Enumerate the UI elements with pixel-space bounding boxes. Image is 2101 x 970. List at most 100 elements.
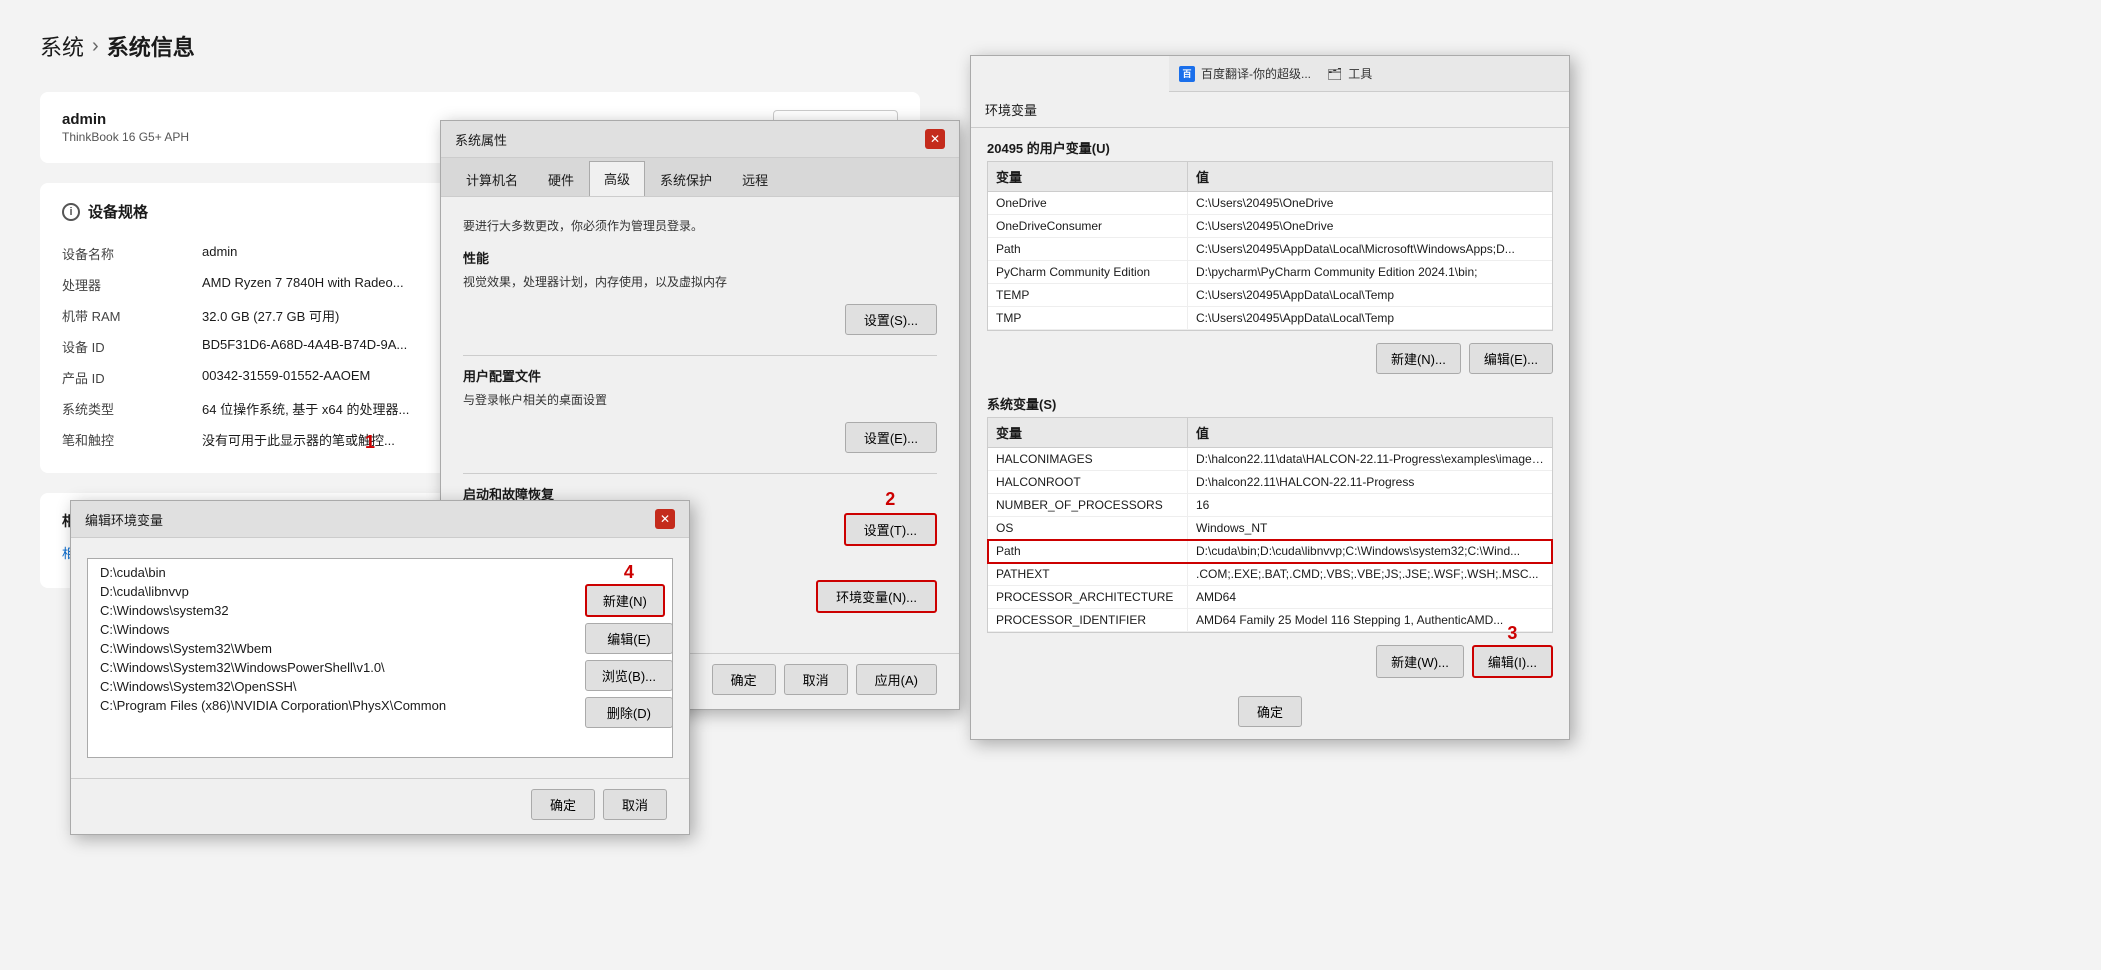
tab-system-protection[interactable]: 系统保护 (645, 162, 727, 196)
new-path-button[interactable]: 新建(N) (585, 584, 665, 617)
edit-env-cancel-button[interactable]: 取消 (603, 789, 667, 820)
list-item[interactable]: C:\Windows\System32\Wbem (96, 639, 664, 658)
tab-remote[interactable]: 远程 (727, 162, 783, 196)
list-item[interactable]: C:\Windows\System32\OpenSSH\ (96, 677, 664, 696)
col-header-var-sys: 变量 (988, 418, 1188, 447)
edit-env-dialog: 编辑环境变量 ✕ D:\cuda\bin D:\cuda\libnvvp C:\… (70, 500, 690, 835)
col-header-val-sys: 值 (1188, 418, 1552, 447)
tab-hardware[interactable]: 硬件 (533, 162, 589, 196)
env-dialog-body: 环境变量 20495 的用户变量(U) 变量 值 OneDrive C:\Use… (971, 92, 1569, 739)
table-row[interactable]: TMP C:\Users\20495\AppData\Local\Temp (988, 307, 1552, 330)
performance-label: 性能 (463, 248, 937, 267)
table-row[interactable]: HALCONIMAGES D:\halcon22.11\data\HALCON-… (988, 448, 1552, 471)
edit-env-body: D:\cuda\bin D:\cuda\libnvvp C:\Windows\s… (71, 538, 689, 778)
performance-desc: 视觉效果，处理器计划，内存使用，以及虚拟内存 (463, 273, 937, 290)
edit-env-side-buttons: 4 新建(N) 编辑(E) 浏览(B)... 删除(D) (585, 584, 673, 728)
list-item[interactable]: D:\cuda\bin (96, 563, 664, 582)
browser-tab-1: 百 百度翻译-你的超级... (1179, 65, 1311, 82)
annotation-4: 4 (624, 562, 634, 583)
ok-button[interactable]: 确定 (712, 664, 776, 695)
browser-tab-1-label[interactable]: 百度翻译-你的超级... (1201, 65, 1311, 82)
edit-path-button[interactable]: 编辑(E) (585, 623, 673, 654)
sys-props-title: 系统属性 (455, 130, 507, 149)
env-vars-button[interactable]: 环境变量(N)... (816, 580, 937, 613)
system-vars-section-label: 系统变量(S) (971, 384, 1569, 417)
edit-env-titlebar: 编辑环境变量 ✕ (71, 501, 689, 538)
col-header-var: 变量 (988, 162, 1188, 191)
annotation-3: 3 (1507, 623, 1517, 644)
table-row[interactable]: PROCESSOR_IDENTIFIER AMD64 Family 25 Mod… (988, 609, 1552, 632)
dialog-titlebar: 系统属性 ✕ (441, 121, 959, 158)
info-icon: i (62, 203, 80, 221)
list-item[interactable]: C:\Windows\system32 (96, 601, 664, 620)
apply-button[interactable]: 应用(A) (856, 664, 937, 695)
dialog-close-button[interactable]: ✕ (925, 129, 945, 149)
edit-env-bottom-buttons: 确定 取消 (71, 778, 689, 834)
breadcrumb-separator: › (92, 35, 99, 58)
env-ok-button[interactable]: 确定 (1238, 696, 1302, 727)
table-row[interactable]: PATHEXT .COM;.EXE;.BAT;.CMD;.VBS;.VBE;JS… (988, 563, 1552, 586)
list-item[interactable]: C:\Windows\System32\WindowsPowerShell\v1… (96, 658, 664, 677)
env-ok-row: 确定 (971, 688, 1569, 739)
table-row[interactable]: PROCESSOR_ARCHITECTURE AMD64 (988, 586, 1552, 609)
annotation-1: 1 (365, 432, 375, 453)
annotation-2: 2 (885, 489, 895, 510)
user-profile-settings-button[interactable]: 设置(E)... (845, 422, 937, 453)
dialog-tabs: 计算机名 硬件 高级 系统保护 远程 (441, 158, 959, 197)
cancel-button[interactable]: 取消 (784, 664, 848, 695)
admin-note: 要进行大多数更改，你必须作为管理员登录。 (463, 217, 937, 234)
tab-advanced[interactable]: 高级 (589, 161, 645, 196)
edit-env-close-button[interactable]: ✕ (655, 509, 675, 529)
edit-sys-var-wrapper: 3 编辑(I)... (1472, 645, 1553, 678)
user-vars-table: 变量 值 OneDrive C:\Users\20495\OneDrive On… (987, 161, 1553, 331)
list-item[interactable]: C:\Windows (96, 620, 664, 639)
path-row[interactable]: Path D:\cuda\bin;D:\cuda\libnvvp;C:\Wind… (988, 540, 1552, 563)
user-vars-section-label: 20495 的用户变量(U) (971, 128, 1569, 161)
new-user-var-button[interactable]: 新建(N)... (1376, 343, 1461, 374)
device-name: admin (62, 111, 189, 128)
edit-env-ok-button[interactable]: 确定 (531, 789, 595, 820)
env-vars-title: 环境变量 (985, 100, 1037, 119)
new-btn-wrapper: 4 新建(N) (585, 584, 673, 617)
user-profile-label: 用户配置文件 (463, 366, 937, 385)
device-model: ThinkBook 16 G5+ APH (62, 130, 189, 144)
user-profile-desc: 与登录帐户相关的桌面设置 (463, 391, 937, 408)
browser-tab-2: 🗂 工具 (1327, 65, 1372, 82)
table-row[interactable]: HALCONROOT D:\halcon22.11\HALCON-22.11-P… (988, 471, 1552, 494)
device-info: admin ThinkBook 16 G5+ APH (62, 111, 189, 144)
delete-button[interactable]: 删除(D) (585, 697, 673, 728)
new-system-var-button[interactable]: 新建(W)... (1376, 645, 1464, 678)
system-vars-table: 变量 值 HALCONIMAGES D:\halcon22.11\data\HA… (987, 417, 1553, 633)
edit-user-var-button[interactable]: 编辑(E)... (1469, 343, 1553, 374)
env-btn-wrapper: 2 设置(T)... (844, 513, 937, 566)
folder-icon: 🗂 (1327, 67, 1342, 81)
system-vars-action-row: 新建(W)... 3 编辑(I)... (971, 639, 1569, 688)
table-row[interactable]: Path C:\Users\20495\AppData\Local\Micros… (988, 238, 1552, 261)
table-row[interactable]: TEMP C:\Users\20495\AppData\Local\Temp (988, 284, 1552, 307)
user-vars-header: 变量 值 (988, 162, 1552, 192)
system-vars-header: 变量 值 (988, 418, 1552, 448)
browser-tab-2-label[interactable]: 工具 (1348, 65, 1372, 82)
env-vars-titlebar: 环境变量 (971, 92, 1569, 128)
user-vars-action-row: 新建(N)... 编辑(E)... (971, 337, 1569, 384)
env-vars-dialog: 百 百度翻译-你的超级... 🗂 工具 环境变量 20495 的用户变量(U) … (970, 55, 1570, 740)
performance-settings-button[interactable]: 设置(S)... (845, 304, 937, 335)
table-row[interactable]: PyCharm Community Edition D:\pycharm\PyC… (988, 261, 1552, 284)
table-row[interactable]: OneDriveConsumer C:\Users\20495\OneDrive (988, 215, 1552, 238)
browse-button[interactable]: 浏览(B)... (585, 660, 673, 691)
col-header-val: 值 (1188, 162, 1552, 191)
baidu-translate-icon: 百 (1179, 66, 1195, 82)
breadcrumb: 系统 › 系统信息 (40, 30, 920, 62)
edit-system-var-button[interactable]: 编辑(I)... (1472, 645, 1553, 678)
table-row[interactable]: OneDrive C:\Users\20495\OneDrive (988, 192, 1552, 215)
list-item[interactable]: D:\cuda\libnvvp (96, 582, 664, 601)
table-row[interactable]: OS Windows_NT (988, 517, 1552, 540)
edit-env-title: 编辑环境变量 (85, 510, 163, 529)
breadcrumb-current: 系统信息 (107, 30, 195, 62)
list-item[interactable]: C:\Program Files (x86)\NVIDIA Corporatio… (96, 696, 664, 715)
browser-tab-area: 百 百度翻译-你的超级... 🗂 工具 (1169, 56, 1569, 92)
breadcrumb-parent: 系统 (40, 30, 84, 62)
table-row[interactable]: NUMBER_OF_PROCESSORS 16 (988, 494, 1552, 517)
tab-computer-name[interactable]: 计算机名 (451, 162, 533, 196)
startup-settings-button[interactable]: 设置(T)... (844, 513, 937, 546)
